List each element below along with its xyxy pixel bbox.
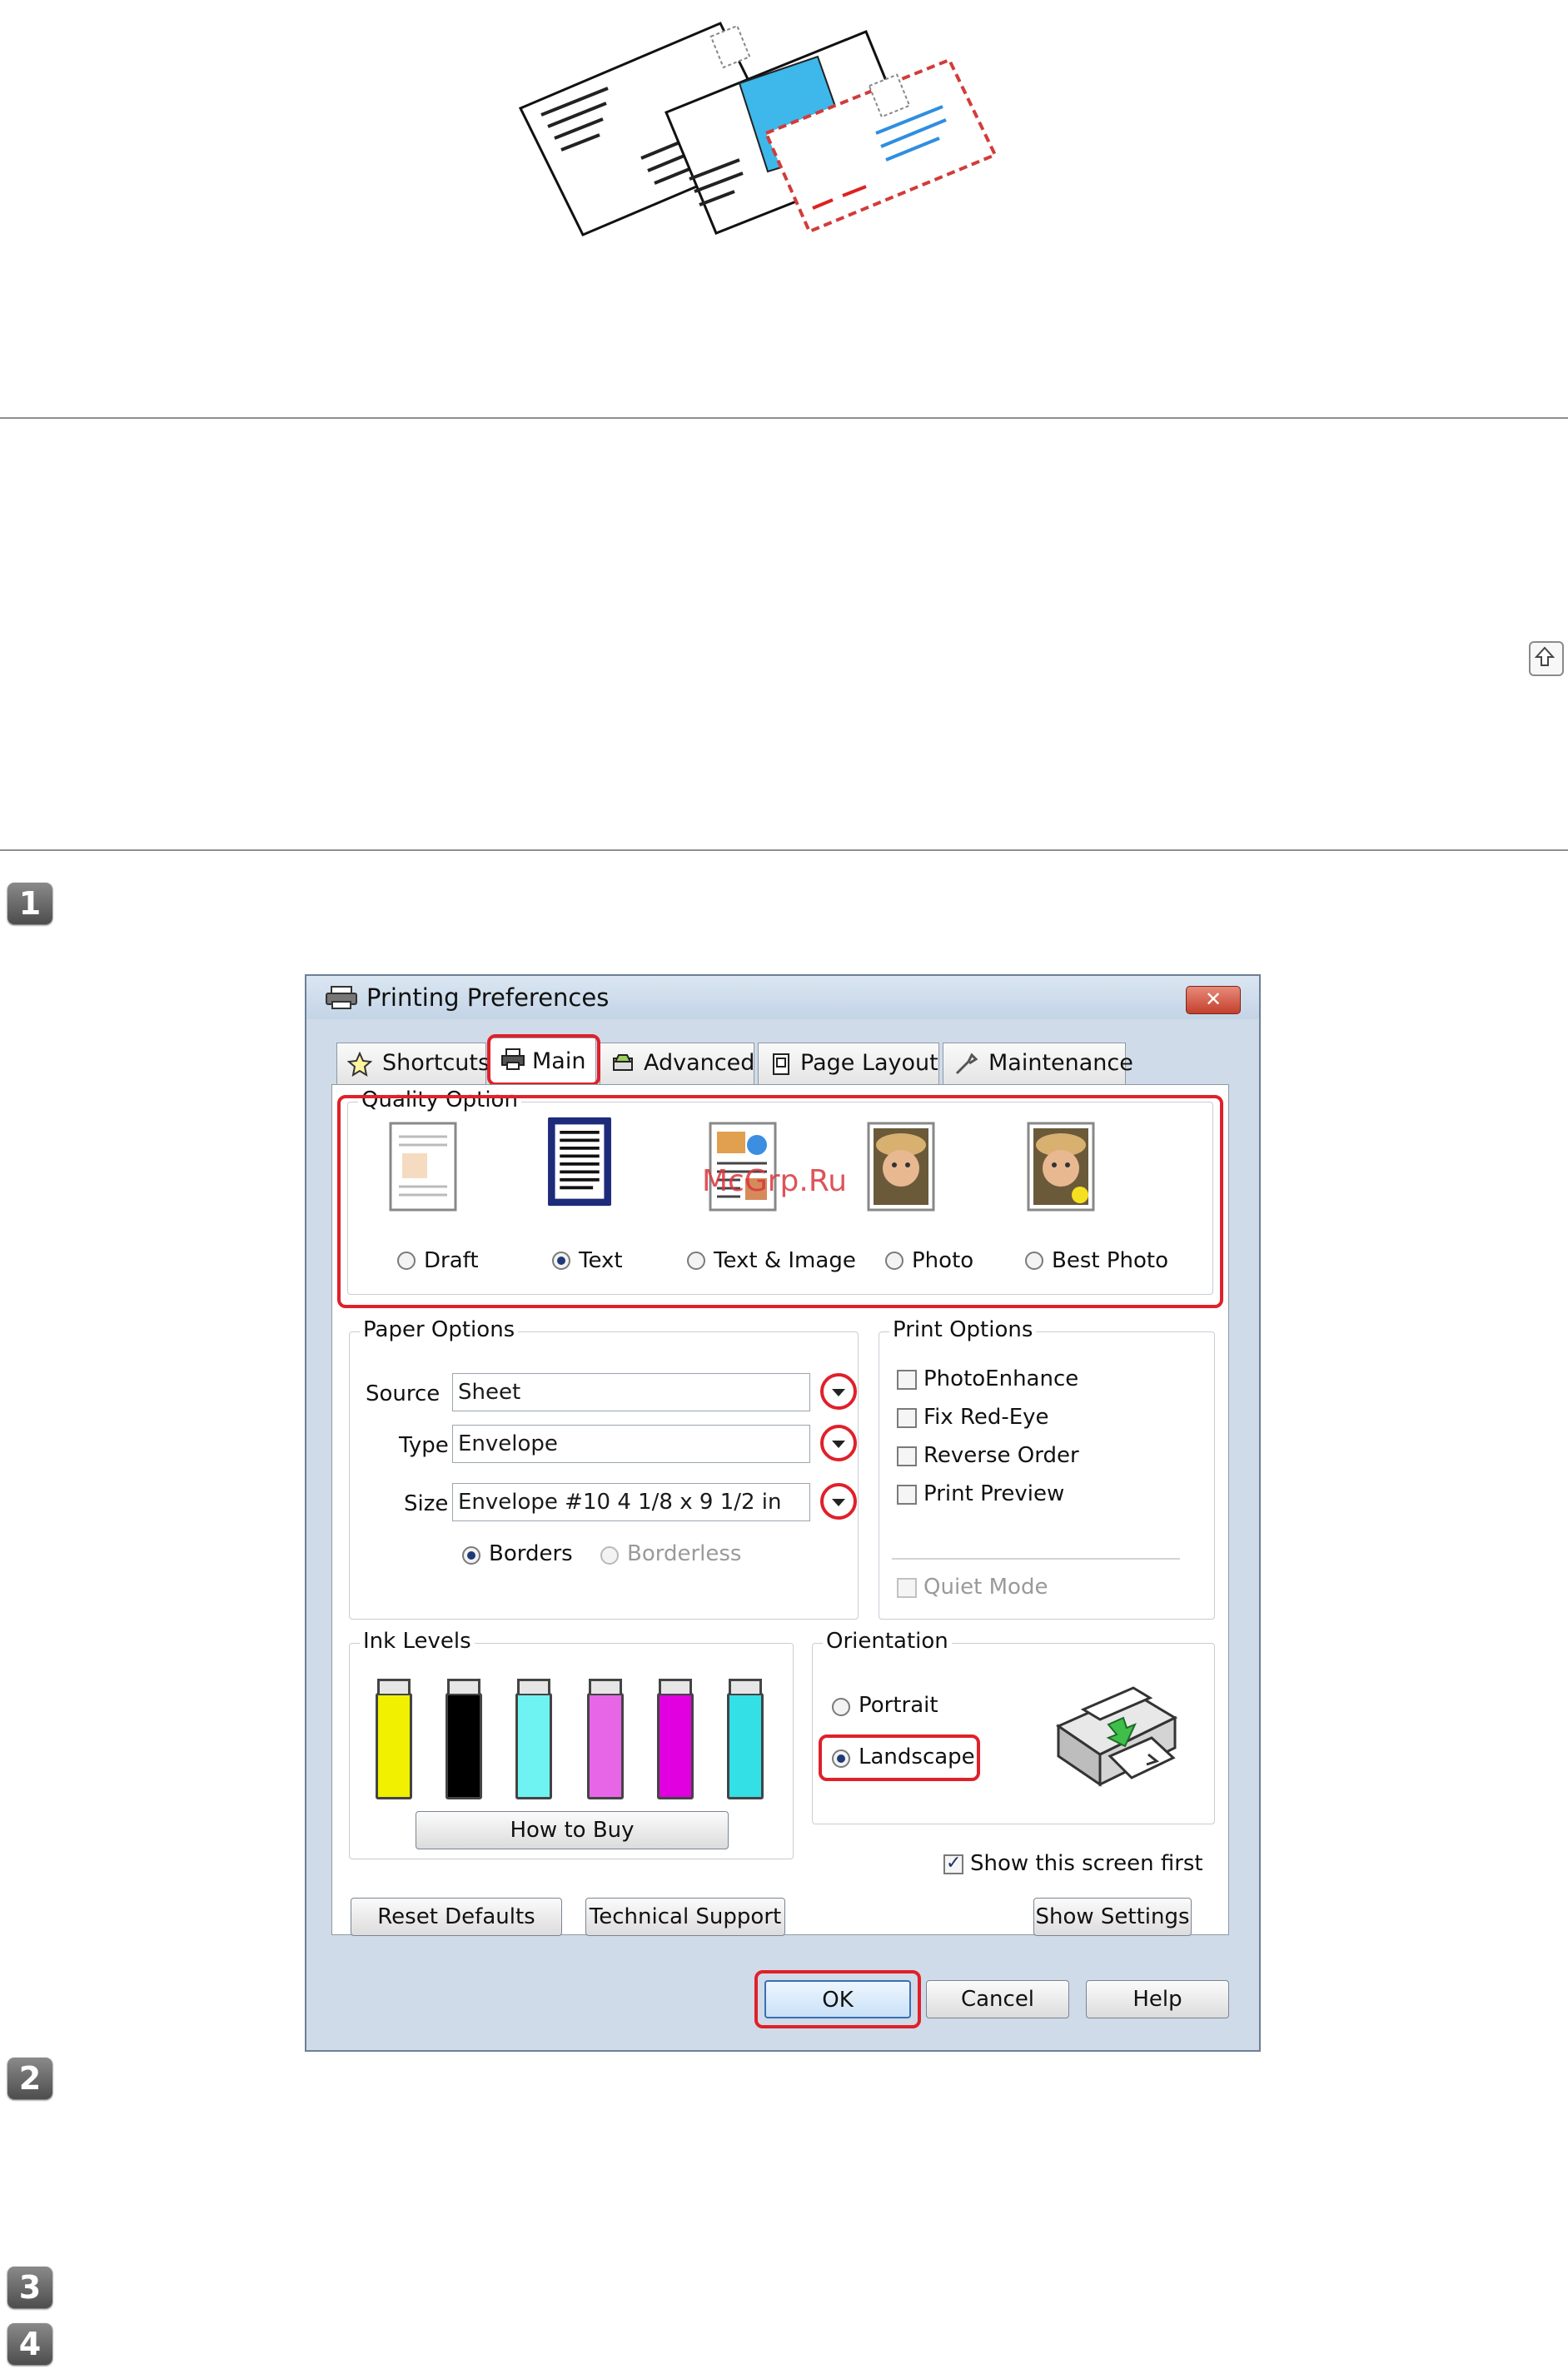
draft-radio[interactable] xyxy=(397,1252,416,1270)
quiet-mode-label: Quiet Mode xyxy=(923,1575,1048,1600)
source-label: Source xyxy=(366,1381,441,1406)
step-4-badge: 4 xyxy=(7,2323,52,2365)
best-photo-icon xyxy=(1027,1122,1095,1212)
type-select[interactable]: Envelope xyxy=(452,1425,810,1463)
close-button[interactable]: ✕ xyxy=(1186,986,1241,1014)
tab-label: Advanced xyxy=(644,1050,755,1076)
portrait-label: Portrait xyxy=(859,1693,938,1718)
fix-red-eye-checkbox[interactable] xyxy=(897,1408,917,1428)
step-1-badge: 1 xyxy=(7,883,52,924)
orientation-label: Orientation xyxy=(823,1629,952,1654)
ink-cartridge-yellow xyxy=(376,1679,412,1799)
size-dropdown-button[interactable] xyxy=(820,1483,857,1520)
reverse-order-label: Reverse Order xyxy=(923,1443,1079,1468)
divider-mid xyxy=(0,849,1568,851)
size-label: Size xyxy=(404,1491,449,1516)
help-button[interactable]: Help xyxy=(1086,1980,1229,2018)
paper-options-label: Paper Options xyxy=(360,1317,519,1342)
tab-page-layout[interactable]: Page Layout xyxy=(758,1043,939,1084)
main-tab-panel: Quality Option Draft Text Text & Image P… xyxy=(331,1084,1229,1936)
main-tab-highlight xyxy=(487,1034,600,1086)
step-2-badge: 2 xyxy=(7,2058,52,2099)
best-photo-label: Best Photo xyxy=(1052,1248,1169,1273)
technical-support-button[interactable]: Technical Support xyxy=(585,1898,785,1936)
dialog-title: Printing Preferences xyxy=(366,983,610,1012)
reset-defaults-button[interactable]: Reset Defaults xyxy=(351,1898,562,1936)
cancel-button[interactable]: Cancel xyxy=(926,1980,1069,2018)
text-quality-icon xyxy=(548,1117,611,1207)
ink-cartridge-black xyxy=(446,1679,482,1799)
borderless-label: Borderless xyxy=(627,1541,742,1566)
tab-label: Shortcuts xyxy=(382,1050,490,1076)
print-preview-checkbox[interactable] xyxy=(897,1485,917,1505)
tab-advanced[interactable]: Advanced xyxy=(600,1043,754,1084)
photo-radio[interactable] xyxy=(885,1252,903,1270)
type-label: Type xyxy=(399,1433,449,1458)
tab-label: Page Layout xyxy=(800,1050,938,1076)
ink-levels-label: Ink Levels xyxy=(360,1629,475,1654)
ok-button-highlight xyxy=(754,1970,921,2028)
tab-label: Maintenance xyxy=(988,1050,1133,1076)
page-layout-icon xyxy=(773,1053,789,1075)
landscape-highlight xyxy=(819,1734,980,1781)
printer-icon xyxy=(326,986,357,1009)
ink-cartridge-cyan xyxy=(515,1679,552,1799)
printer-orientation-icon xyxy=(1055,1686,1178,1787)
advanced-icon xyxy=(613,1054,633,1071)
how-to-buy-button[interactable]: How to Buy xyxy=(416,1811,729,1849)
show-screen-first-checkbox[interactable] xyxy=(943,1853,963,1874)
tab-maintenance[interactable]: Maintenance xyxy=(943,1043,1133,1084)
photo-label: Photo xyxy=(912,1248,974,1273)
print-preview-label: Print Preview xyxy=(923,1481,1065,1506)
source-select[interactable]: Sheet xyxy=(452,1373,810,1411)
page-top-icon[interactable] xyxy=(1529,641,1564,676)
photoenhance-label: PhotoEnhance xyxy=(923,1366,1079,1391)
tab-shortcuts[interactable]: Shortcuts xyxy=(336,1043,490,1084)
show-settings-button[interactable]: Show Settings xyxy=(1033,1898,1192,1936)
borders-label: Borders xyxy=(489,1541,573,1566)
step-3-badge: 3 xyxy=(7,2267,52,2308)
text-image-label: Text & Image xyxy=(714,1248,856,1273)
draft-label: Draft xyxy=(424,1248,479,1273)
divider-top xyxy=(0,417,1568,419)
borders-radio[interactable] xyxy=(462,1546,480,1565)
ink-cartridge-magenta xyxy=(657,1679,694,1799)
quiet-mode-checkbox[interactable] xyxy=(897,1578,917,1598)
printing-preferences-dialog: Printing Preferences ✕ Shortcuts Main Ad… xyxy=(305,974,1261,2052)
type-dropdown-button[interactable] xyxy=(820,1425,857,1461)
source-dropdown-button[interactable] xyxy=(820,1373,857,1410)
reverse-order-checkbox[interactable] xyxy=(897,1446,917,1466)
wrench-icon xyxy=(955,1053,978,1075)
best-photo-radio[interactable] xyxy=(1025,1252,1043,1270)
show-screen-first-label: Show this screen first xyxy=(970,1851,1203,1876)
draft-icon xyxy=(389,1122,457,1212)
borderless-radio[interactable] xyxy=(600,1546,619,1565)
photoenhance-checkbox[interactable] xyxy=(897,1370,917,1390)
ink-cartridge-light-cyan xyxy=(727,1679,764,1799)
ink-cartridge-light-magenta xyxy=(587,1679,624,1799)
portrait-radio[interactable] xyxy=(832,1698,850,1716)
size-select[interactable]: Envelope #10 4 1/8 x 9 1/2 in xyxy=(452,1483,810,1521)
photo-icon xyxy=(867,1122,935,1212)
text-label: Text xyxy=(579,1248,623,1273)
title-bar: Printing Preferences ✕ xyxy=(306,976,1259,1019)
text-radio[interactable] xyxy=(552,1252,570,1270)
fix-red-eye-label: Fix Red-Eye xyxy=(923,1405,1049,1430)
print-options-label: Print Options xyxy=(889,1317,1037,1342)
watermark-text: McGrp.Ru xyxy=(702,1164,848,1198)
star-icon xyxy=(347,1052,372,1077)
text-image-radio[interactable] xyxy=(687,1252,705,1270)
print-options-separator xyxy=(892,1558,1180,1560)
envelope-illustration xyxy=(518,22,998,236)
